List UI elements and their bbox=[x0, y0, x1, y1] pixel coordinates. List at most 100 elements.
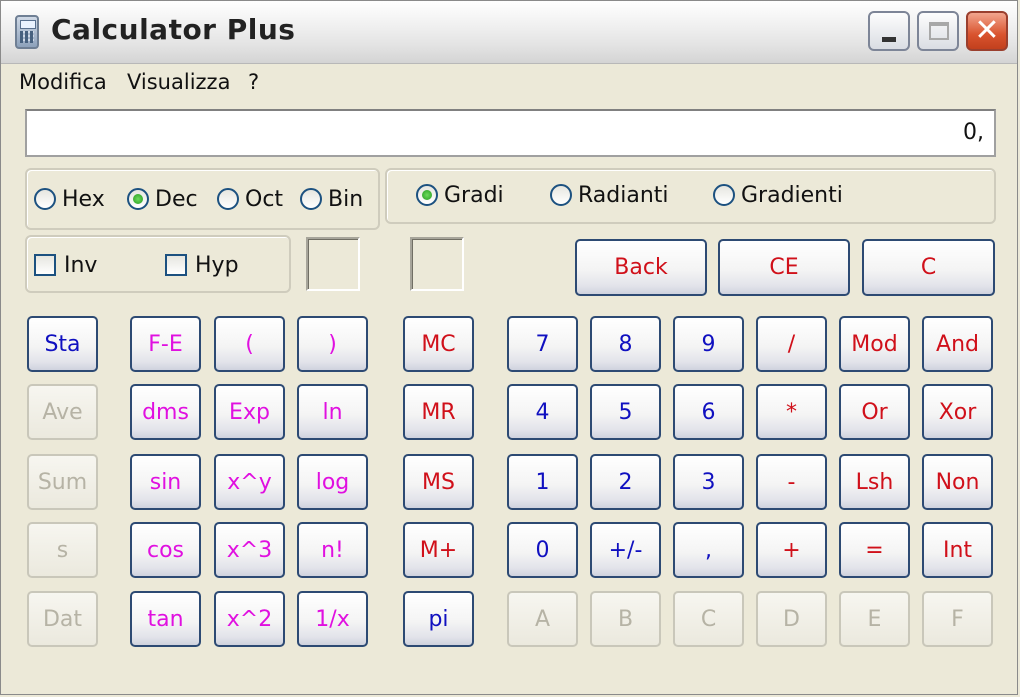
angle-mode-group: Gradi Radianti Gradienti bbox=[385, 168, 996, 224]
c-button[interactable]: C bbox=[862, 239, 995, 296]
paren-indicator bbox=[306, 237, 360, 291]
stat-button-ave: Ave bbox=[27, 384, 98, 440]
menu-help[interactable]: ? bbox=[248, 70, 259, 94]
mem-button-m[interactable]: M+ bbox=[403, 522, 474, 578]
radio-hex-circle bbox=[34, 188, 56, 210]
key-button-sign-31[interactable]: +/- bbox=[590, 522, 661, 578]
number-system-group: Hex Dec Oct Bin bbox=[25, 168, 380, 230]
key-button-and-05[interactable]: And bbox=[922, 316, 993, 372]
radio-dec-circle bbox=[127, 188, 149, 210]
calculator-window: Calculator Plus ✕ Modifica Visualizza ? … bbox=[0, 0, 1018, 695]
func-button-sym-02[interactable]: ) bbox=[297, 316, 368, 372]
key-button-1-20[interactable]: 1 bbox=[507, 454, 578, 510]
key-button-2-21[interactable]: 2 bbox=[590, 454, 661, 510]
radio-dec-label: Dec bbox=[155, 186, 198, 212]
func-button-exp-11[interactable]: Exp bbox=[214, 384, 285, 440]
ce-button[interactable]: CE bbox=[718, 239, 850, 296]
radio-dec[interactable]: Dec bbox=[127, 184, 198, 214]
key-button-c-42: C bbox=[673, 591, 744, 647]
key-button-sym-33[interactable]: + bbox=[756, 522, 827, 578]
key-button-f-45: F bbox=[922, 591, 993, 647]
key-button-0-30[interactable]: 0 bbox=[507, 522, 578, 578]
stat-button-sum: Sum bbox=[27, 454, 98, 510]
checkbox-hyp[interactable]: Hyp bbox=[165, 250, 239, 280]
func-button-1-x-42[interactable]: 1/x bbox=[297, 591, 368, 647]
radio-hex[interactable]: Hex bbox=[34, 184, 105, 214]
func-button-cos-30[interactable]: cos bbox=[130, 522, 201, 578]
mem-button-ms[interactable]: MS bbox=[403, 454, 474, 510]
key-button-d-43: D bbox=[756, 591, 827, 647]
mem-button-mc[interactable]: MC bbox=[403, 316, 474, 372]
key-button-sym-13[interactable]: * bbox=[756, 384, 827, 440]
close-button[interactable]: ✕ bbox=[966, 11, 1008, 51]
key-button-lsh-24[interactable]: Lsh bbox=[839, 454, 910, 510]
key-button-non-25[interactable]: Non bbox=[922, 454, 993, 510]
radio-bin-circle bbox=[300, 188, 322, 210]
checkbox-inv-label: Inv bbox=[64, 252, 98, 278]
key-button-mod-04[interactable]: Mod bbox=[839, 316, 910, 372]
stat-button-dat: Dat bbox=[27, 591, 98, 647]
key-button-9-02[interactable]: 9 bbox=[673, 316, 744, 372]
menu-modifica[interactable]: Modifica bbox=[19, 70, 107, 94]
radio-hex-label: Hex bbox=[62, 186, 105, 212]
mem-button-mr[interactable]: MR bbox=[403, 384, 474, 440]
title-bar[interactable]: Calculator Plus ✕ bbox=[1, 1, 1017, 64]
key-button-b-41: B bbox=[590, 591, 661, 647]
func-button-tan-40[interactable]: tan bbox=[130, 591, 201, 647]
key-button-sym-23[interactable]: - bbox=[756, 454, 827, 510]
key-button-or-14[interactable]: Or bbox=[839, 384, 910, 440]
func-button-ln-12[interactable]: ln bbox=[297, 384, 368, 440]
radio-bin[interactable]: Bin bbox=[300, 184, 363, 214]
inv-hyp-group: Inv Hyp bbox=[25, 235, 291, 293]
key-button-int-35[interactable]: Int bbox=[922, 522, 993, 578]
key-button-5-11[interactable]: 5 bbox=[590, 384, 661, 440]
minimize-button[interactable] bbox=[868, 11, 910, 51]
key-button-xor-15[interactable]: Xor bbox=[922, 384, 993, 440]
maximize-icon bbox=[929, 22, 949, 40]
maximize-button[interactable] bbox=[917, 11, 959, 51]
radio-gradienti-label: Gradienti bbox=[741, 182, 843, 208]
key-button-8-01[interactable]: 8 bbox=[590, 316, 661, 372]
func-button-sin-20[interactable]: sin bbox=[130, 454, 201, 510]
checkbox-inv[interactable]: Inv bbox=[34, 250, 97, 280]
func-button-xpow3-31[interactable]: x^3 bbox=[214, 522, 285, 578]
checkbox-hyp-box bbox=[165, 254, 187, 276]
key-button-7-00[interactable]: 7 bbox=[507, 316, 578, 372]
radio-gradi-label: Gradi bbox=[444, 182, 504, 208]
radio-radianti-circle bbox=[550, 184, 572, 206]
key-button-6-12[interactable]: 6 bbox=[673, 384, 744, 440]
key-button-3-22[interactable]: 3 bbox=[673, 454, 744, 510]
back-button[interactable]: Back bbox=[575, 239, 707, 296]
window-title: Calculator Plus bbox=[51, 13, 296, 46]
stat-button-s: s bbox=[27, 522, 98, 578]
radio-gradi[interactable]: Gradi bbox=[416, 180, 504, 210]
key-button-sym-03[interactable]: / bbox=[756, 316, 827, 372]
mem-button-pi[interactable]: pi bbox=[403, 591, 474, 647]
result-display: 0, bbox=[25, 109, 996, 157]
func-button-sym-01[interactable]: ( bbox=[214, 316, 285, 372]
calculator-icon bbox=[15, 15, 39, 49]
stat-button-sta[interactable]: Sta bbox=[27, 316, 98, 372]
radio-radianti[interactable]: Radianti bbox=[550, 180, 669, 210]
radio-radianti-label: Radianti bbox=[578, 182, 669, 208]
func-button-log-22[interactable]: log bbox=[297, 454, 368, 510]
memory-indicator bbox=[410, 237, 464, 291]
radio-gradienti[interactable]: Gradienti bbox=[713, 180, 843, 210]
key-button-4-10[interactable]: 4 bbox=[507, 384, 578, 440]
func-button-n-32[interactable]: n! bbox=[297, 522, 368, 578]
checkbox-hyp-label: Hyp bbox=[195, 252, 239, 278]
func-button-xpowy-21[interactable]: x^y bbox=[214, 454, 285, 510]
menu-visualizza[interactable]: Visualizza bbox=[127, 70, 230, 94]
func-button-xpow2-41[interactable]: x^2 bbox=[214, 591, 285, 647]
checkbox-inv-box bbox=[34, 254, 56, 276]
key-button-sym-34[interactable]: = bbox=[839, 522, 910, 578]
key-button-sym-32[interactable]: , bbox=[673, 522, 744, 578]
radio-oct-circle bbox=[217, 188, 239, 210]
key-button-e-44: E bbox=[839, 591, 910, 647]
radio-gradienti-circle bbox=[713, 184, 735, 206]
func-button-dms-10[interactable]: dms bbox=[130, 384, 201, 440]
minimize-icon bbox=[882, 37, 896, 42]
radio-oct[interactable]: Oct bbox=[217, 184, 283, 214]
radio-gradi-circle bbox=[416, 184, 438, 206]
func-button-f-e-00[interactable]: F-E bbox=[130, 316, 201, 372]
